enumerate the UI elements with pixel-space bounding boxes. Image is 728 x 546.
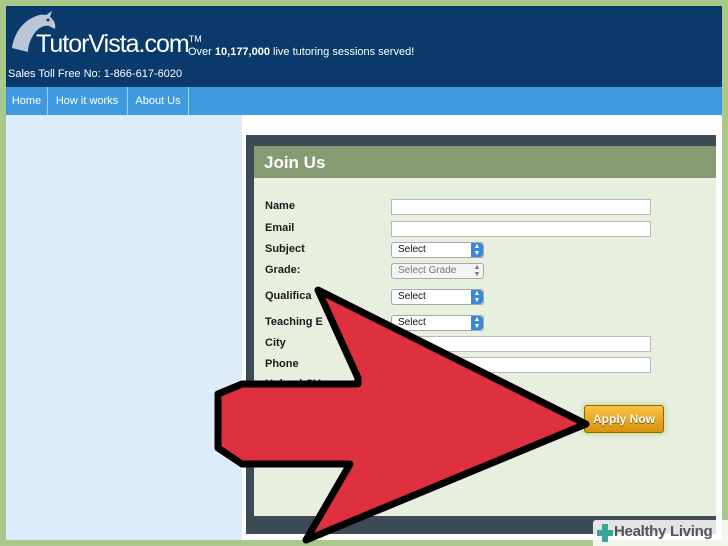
healthy-living-watermark: Healthy Living xyxy=(593,520,728,546)
watermark-text: Healthy Living xyxy=(614,523,713,540)
red-arrow-pointer xyxy=(214,286,590,544)
healthy-living-cross-icon xyxy=(597,524,613,542)
